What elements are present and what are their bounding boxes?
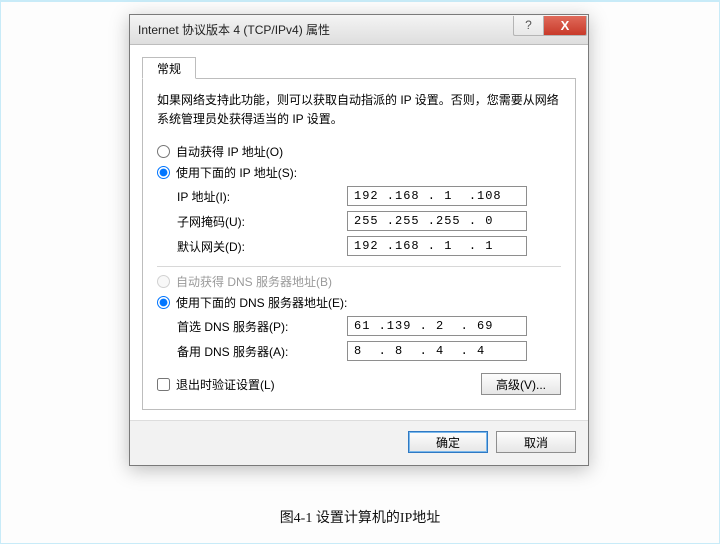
radio-manual-ip-input[interactable] (157, 166, 170, 179)
tab-row: 常规 (142, 57, 576, 79)
close-button[interactable]: X (543, 16, 587, 36)
radio-auto-ip-label: 自动获得 IP 地址(O) (176, 143, 283, 160)
separator (157, 266, 561, 267)
validate-on-exit-checkbox[interactable] (157, 378, 170, 391)
ip-address-input[interactable] (347, 186, 527, 206)
validate-on-exit-label: 退出时验证设置(L) (176, 376, 275, 393)
radio-auto-dns-input (157, 275, 170, 288)
radio-auto-ip[interactable]: 自动获得 IP 地址(O) (157, 143, 561, 160)
preferred-dns-label: 首选 DNS 服务器(P): (177, 318, 347, 335)
validate-on-exit[interactable]: 退出时验证设置(L) (157, 376, 275, 393)
help-button[interactable]: ? (513, 16, 543, 36)
window-title: Internet 协议版本 4 (TCP/IPv4) 属性 (138, 21, 330, 38)
radio-manual-ip[interactable]: 使用下面的 IP 地址(S): (157, 164, 561, 181)
subnet-mask-label: 子网掩码(U): (177, 213, 347, 230)
description-text: 如果网络支持此功能，则可以获取自动指派的 IP 设置。否则，您需要从网络系统管理… (157, 91, 561, 129)
alternate-dns-input[interactable] (347, 341, 527, 361)
subnet-mask-input[interactable] (347, 211, 527, 231)
tab-content: 如果网络支持此功能，则可以获取自动指派的 IP 设置。否则，您需要从网络系统管理… (142, 79, 576, 410)
ip-address-label: IP 地址(I): (177, 188, 347, 205)
bottom-row: 退出时验证设置(L) 高级(V)... (157, 373, 561, 395)
radio-manual-dns-label: 使用下面的 DNS 服务器地址(E): (176, 294, 347, 311)
titlebar: Internet 协议版本 4 (TCP/IPv4) 属性 ? X (130, 15, 588, 45)
dialog-footer: 确定 取消 (130, 420, 588, 465)
preferred-dns-input[interactable] (347, 316, 527, 336)
alternate-dns-label: 备用 DNS 服务器(A): (177, 343, 347, 360)
dns-fields: 首选 DNS 服务器(P): 备用 DNS 服务器(A): (157, 316, 561, 361)
radio-manual-ip-label: 使用下面的 IP 地址(S): (176, 164, 297, 181)
figure-caption: 图4-1 设置计算机的IP地址 (1, 507, 719, 527)
ipv4-properties-dialog: Internet 协议版本 4 (TCP/IPv4) 属性 ? X 常规 如果网… (129, 14, 589, 466)
ok-button[interactable]: 确定 (408, 431, 488, 453)
default-gateway-input[interactable] (347, 236, 527, 256)
cancel-button[interactable]: 取消 (496, 431, 576, 453)
dialog-body: 常规 如果网络支持此功能，则可以获取自动指派的 IP 设置。否则，您需要从网络系… (130, 45, 588, 420)
radio-manual-dns[interactable]: 使用下面的 DNS 服务器地址(E): (157, 294, 561, 311)
radio-auto-dns-label: 自动获得 DNS 服务器地址(B) (176, 273, 332, 290)
radio-auto-dns: 自动获得 DNS 服务器地址(B) (157, 273, 561, 290)
radio-auto-ip-input[interactable] (157, 145, 170, 158)
titlebar-buttons: ? X (513, 16, 587, 36)
tab-general[interactable]: 常规 (142, 57, 196, 79)
default-gateway-label: 默认网关(D): (177, 238, 347, 255)
ip-fields: IP 地址(I): 子网掩码(U): 默认网关(D): (157, 186, 561, 256)
advanced-button[interactable]: 高级(V)... (481, 373, 561, 395)
radio-manual-dns-input[interactable] (157, 296, 170, 309)
